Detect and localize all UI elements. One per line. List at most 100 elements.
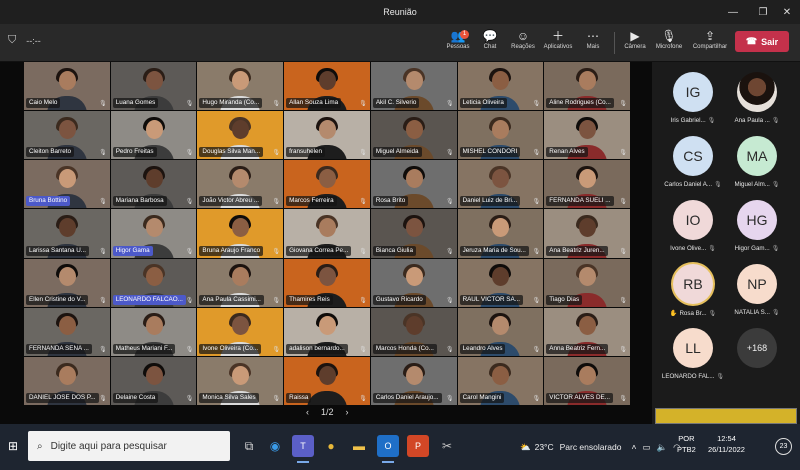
self-view-thumbnail[interactable] (655, 408, 797, 424)
video-tile[interactable]: Higor Gama 🎙 (110, 209, 197, 258)
share-button[interactable]: ⇪ Compartilhar (690, 28, 730, 58)
roster-participant[interactable]: LL LEONARDO FAL... 🎙 (660, 328, 726, 390)
chat-button[interactable]: 💬 Chat (473, 28, 507, 58)
chevron-up-icon[interactable]: ˄ (632, 442, 637, 452)
video-tile[interactable]: Marcos Honda (Co... 🎙 (370, 307, 457, 356)
weather-icon: ⛅ (520, 441, 531, 452)
roster-participant[interactable]: +168 (724, 328, 790, 390)
roster-participant[interactable]: RB ✋ Rosa Br... 🎙 (660, 264, 726, 326)
notification-badge[interactable]: 23 (775, 438, 792, 455)
video-tile[interactable]: Thamires Reis 🎙 (284, 258, 370, 307)
video-tile[interactable]: FERNANDA SUELI ... 🎙 (544, 160, 630, 209)
video-tile[interactable]: Mariana Barbosa 🎙 (110, 160, 197, 209)
phone-icon: ☎ (745, 36, 758, 46)
video-tile[interactable]: João Victor Abreu ... 🎙 (197, 160, 284, 209)
minimize-icon[interactable]: — (722, 0, 744, 24)
video-tile[interactable]: Ivone Oliveira (Co... 🎙 (197, 307, 284, 356)
video-tile[interactable]: Ellen Cristine do V... 🎙 (24, 258, 110, 307)
video-tile[interactable]: Aline Rodrigues (Co... 🎙 (544, 62, 630, 111)
chrome-icon[interactable]: ● (320, 435, 342, 457)
edge-icon[interactable]: ◉ (264, 435, 286, 457)
leave-button[interactable]: ☎ Sair (735, 31, 789, 52)
roster-participant[interactable]: HG Higor Gam... 🎙 (724, 200, 790, 262)
video-tile[interactable]: Gustavo Ricardo 🎙 (370, 258, 457, 307)
weather-temp[interactable]: 23°C (535, 442, 554, 452)
video-tile[interactable]: Allan Souza Lima 🎙 (284, 62, 370, 111)
video-tile[interactable]: Bruna Araujo Franco 🎙 (197, 209, 284, 258)
roster-participant[interactable]: CS Carlos Daniel A... 🎙 (660, 136, 726, 198)
video-tile[interactable]: Hugo Miranda (Co... 🎙 (197, 62, 284, 111)
microphone-button[interactable]: 🎙 Microfone (652, 28, 686, 58)
video-tile[interactable]: Carol Mangini 🎙 (457, 356, 544, 405)
video-tile[interactable]: Tiago Dias 🎙 (544, 258, 630, 307)
video-tile[interactable]: DANIEL JOSE DOS P... 🎙 (24, 356, 110, 405)
video-tile[interactable]: Leticia Oliveira 🎙 (457, 62, 544, 111)
raised-hand-icon: ✋ (669, 310, 678, 317)
video-tile[interactable]: MISHEL CONDORI 🎙 (457, 111, 544, 160)
video-tile[interactable]: Larissa Santana U... 🎙 (24, 209, 110, 258)
roster-participant[interactable]: IO Ivone Olive... 🎙 (660, 200, 726, 262)
roster-participant[interactable]: IG Iris Gabriel... 🎙 (660, 72, 726, 134)
video-tile[interactable]: Caio Melo 🎙 (24, 62, 110, 111)
next-page-button[interactable]: › (346, 407, 349, 417)
file-explorer-icon[interactable]: ▬ (348, 435, 370, 457)
more-participants-button[interactable]: +168 (737, 328, 777, 368)
weather-text[interactable]: Parc ensolarado (560, 442, 622, 452)
video-tile[interactable]: Douglas Silva Man... 🎙 (197, 111, 284, 160)
video-tile[interactable]: fransuhelen 🎙 (284, 111, 370, 160)
taskbar-search[interactable]: ⌕ Digite aqui para pesquisar (28, 431, 230, 461)
mic-off-icon: 🎙 (532, 297, 541, 304)
video-tile[interactable]: Pedro Freitas 🎙 (110, 111, 197, 160)
close-icon[interactable]: ✕ (776, 0, 798, 24)
apps-button[interactable]: ＋ Aplicativos (541, 28, 575, 58)
video-tile[interactable]: LEONARDO FALCAO... 🎙 (110, 258, 197, 307)
snipping-tool-icon[interactable]: ✂ (436, 435, 458, 457)
camera-button[interactable]: ▶ Câmera (618, 28, 652, 58)
language-indicator[interactable]: POR PTB2 (677, 433, 696, 455)
video-tile[interactable]: Delaine Costa 🎙 (110, 356, 197, 405)
powerpoint-icon[interactable]: P (407, 435, 429, 457)
search-placeholder: Digite aqui para pesquisar (50, 440, 167, 452)
video-tile[interactable]: Akil C. Silverio 🎙 (370, 62, 457, 111)
video-tile[interactable]: Miguel Almeida 🎙 (370, 111, 457, 160)
roster-participant[interactable]: Ana Paula ... 🎙 (724, 72, 790, 134)
video-tile[interactable]: Luana Gomes 🎙 (110, 62, 197, 111)
people-button[interactable]: 👥 1 Pessoas (441, 28, 475, 58)
roster-participant[interactable]: MA Miguel Alm... 🎙 (724, 136, 790, 198)
video-tile[interactable]: adalison bernardo... 🎙 (284, 307, 370, 356)
task-view-icon[interactable]: ⧉ (238, 435, 260, 457)
video-tile[interactable]: Leandro Alves 🎙 (457, 307, 544, 356)
roster-name: Ana Paula ... (734, 117, 770, 124)
video-tile[interactable]: Jeruza Maria de Sou... 🎙 (457, 209, 544, 258)
video-tile[interactable]: Ana Paula Cassimi... 🎙 (197, 258, 284, 307)
video-tile[interactable]: Rosa Brito 🎙 (370, 160, 457, 209)
network-icon[interactable]: ▭ (642, 442, 650, 453)
video-tile[interactable]: VICTOR ALVES DE... 🎙 (544, 356, 630, 405)
maximize-icon[interactable]: ❐ (752, 0, 774, 24)
video-tile[interactable]: Raissa 🎙 (284, 356, 370, 405)
outlook-icon[interactable]: O (377, 435, 399, 463)
clock[interactable]: 12:54 26/11/2022 (708, 433, 745, 455)
video-tile[interactable]: RAUL VICTOR SA... 🎙 (457, 258, 544, 307)
video-tile[interactable]: Matheus Mariani F... 🎙 (110, 307, 197, 356)
shield-icon[interactable]: ⛉ (8, 34, 16, 47)
video-tile[interactable]: Monica Silva Sales 🎙 (197, 356, 284, 405)
video-tile[interactable]: Ana Beatriz Juren... 🎙 (544, 209, 630, 258)
more-button[interactable]: ⋯ Mais (576, 28, 610, 58)
video-tile[interactable]: Anna Beatriz Fern... 🎙 (544, 307, 630, 356)
roster-participant[interactable]: NP NATALIA S... 🎙 (724, 264, 790, 326)
video-tile[interactable]: Renan Alves 🎙 (544, 111, 630, 160)
video-tile[interactable]: Carlos Daniel Araujo... 🎙 (370, 356, 457, 405)
video-tile[interactable]: FERNANDA SENA ... 🎙 (24, 307, 110, 356)
video-tile[interactable]: Daniel Luiz de Bri... 🎙 (457, 160, 544, 209)
windows-start-icon[interactable]: ⊞ (8, 439, 18, 453)
video-tile[interactable]: Marcos Ferreira 🎙 (284, 160, 370, 209)
volume-icon[interactable]: 🔈 (657, 442, 668, 453)
video-tile[interactable]: Bianca Giulia 🎙 (370, 209, 457, 258)
teams-icon[interactable]: T (292, 435, 314, 463)
reactions-button[interactable]: ☺ Reações (506, 28, 540, 58)
video-tile[interactable]: Cleiton Barreto 🎙 (24, 111, 110, 160)
video-tile[interactable]: Giovana Correa Pe... 🎙 (284, 209, 370, 258)
prev-page-button[interactable]: ‹ (306, 407, 309, 417)
video-tile[interactable]: Bruna Bottino 🎙 (24, 160, 110, 209)
